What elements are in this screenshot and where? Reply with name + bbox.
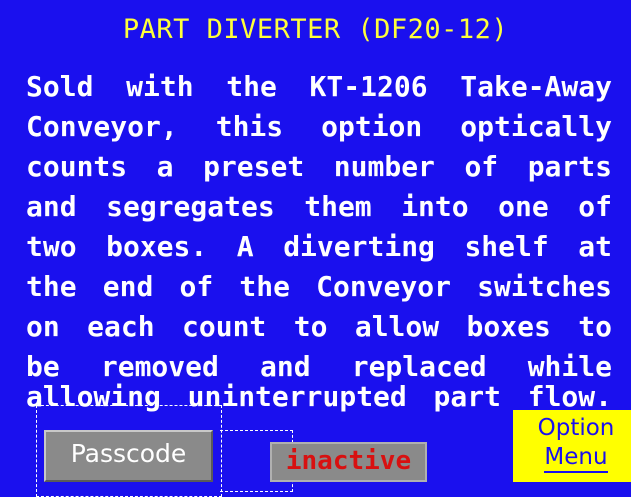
passcode-button[interactable]: Passcode bbox=[44, 430, 213, 482]
status-indicator: inactive bbox=[270, 442, 427, 482]
option-menu-label-line2: Menu bbox=[544, 444, 608, 473]
option-menu-button[interactable]: Option Menu bbox=[513, 410, 631, 482]
description-line-4: and segregates them into one of bbox=[26, 190, 612, 223]
page-title: PART DIVERTER (DF20-12) bbox=[122, 14, 509, 45]
description-line-2: Conveyor, this option optically bbox=[26, 110, 612, 143]
passcode-button-label: Passcode bbox=[70, 438, 187, 468]
description-line-9: allowing uninterrupted part flow. bbox=[26, 380, 612, 413]
description-line-8: be removed and replaced while bbox=[26, 350, 612, 383]
description-line-7: on each count to allow boxes to bbox=[26, 310, 612, 343]
option-menu-label-line1: Option bbox=[537, 415, 615, 441]
hmi-screen: PART DIVERTER (DF20-12) Sold with the KT… bbox=[0, 0, 631, 497]
description-line-1: Sold with the KT-1206 Take-Away bbox=[26, 70, 612, 103]
status-indicator-label: inactive bbox=[285, 446, 412, 476]
description-line-5: two boxes. A diverting shelf at bbox=[26, 230, 612, 263]
description-line-3: counts a preset number of parts bbox=[26, 150, 612, 183]
description-line-6: the end of the Conveyor switches bbox=[26, 270, 612, 303]
